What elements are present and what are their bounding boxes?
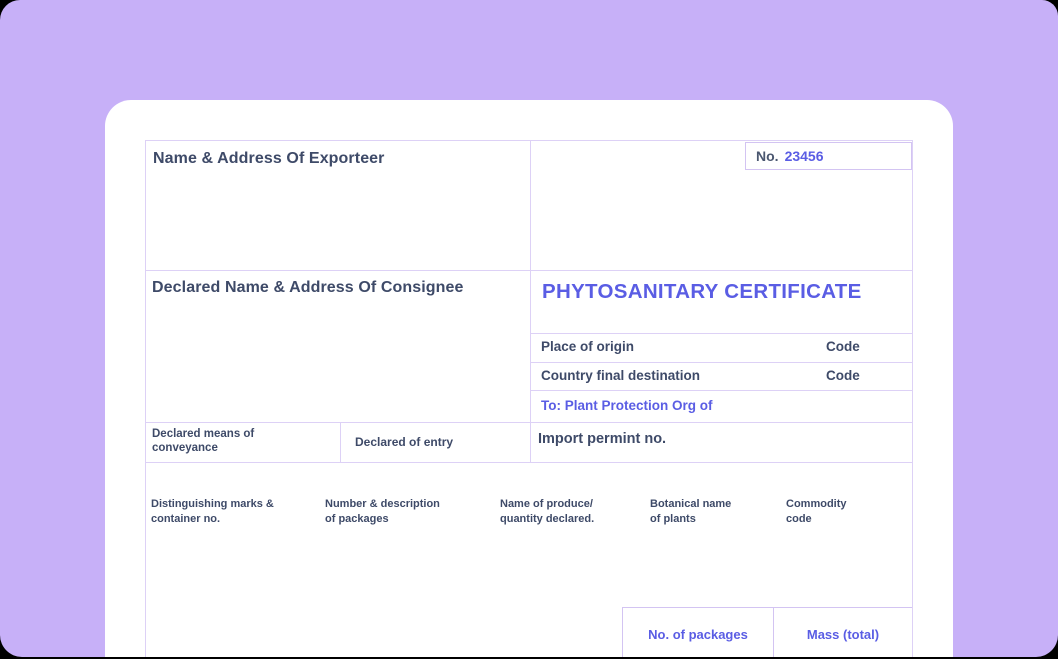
right-col-divider-1 <box>530 333 913 334</box>
plant-protection-org-line: To: Plant Protection Org of <box>541 398 713 413</box>
certificate-no-value: 23456 <box>784 148 824 164</box>
table-border-top <box>145 140 913 141</box>
packages-total-label: No. of packages <box>648 627 748 642</box>
place-of-origin-code-label: Code <box>826 339 860 354</box>
screen: Name & Address Of Exporteer No. 23456 De… <box>0 0 1058 659</box>
mass-total-label: Mass (total) <box>806 627 880 642</box>
exporter-address-field[interactable] <box>146 166 529 269</box>
certificate-title: PHYTOSANITARY CERTIFICATE <box>542 280 862 303</box>
column-header-packages: Number & description of packages <box>325 498 440 525</box>
certificate-no-field[interactable]: No. 23456 <box>745 142 912 170</box>
country-destination-code-label: Code <box>826 368 860 383</box>
row-divider-3 <box>145 462 913 463</box>
column-divider-main <box>530 140 531 462</box>
certificate-card: Name & Address Of Exporteer No. 23456 De… <box>105 100 953 657</box>
right-col-divider-3 <box>530 390 913 391</box>
row-divider-1 <box>145 270 913 271</box>
column-divider-conveyance <box>340 422 341 462</box>
consignee-address-field[interactable] <box>146 300 529 421</box>
consignee-label: Declared Name & Address Of Consignee <box>152 279 464 296</box>
packages-total-cell[interactable]: No. of packages <box>623 608 774 657</box>
mass-total-cell[interactable]: Mass (total) <box>774 608 912 657</box>
column-header-produce: Name of produce/ quantity declared. <box>500 498 595 525</box>
column-header-botanical: Botanical name of plants <box>650 498 732 525</box>
table-border-right <box>912 140 913 657</box>
goods-description-field[interactable] <box>146 530 616 657</box>
column-header-marks: Distinguishing marks & container no. <box>151 498 274 525</box>
certificate-no-label: No. <box>756 148 779 164</box>
column-header-commodity: Commodity code <box>786 498 847 525</box>
right-col-divider-2 <box>530 362 913 363</box>
certificate-form: Name & Address Of Exporteer No. 23456 De… <box>145 140 913 657</box>
purple-backdrop: Name & Address Of Exporteer No. 23456 De… <box>0 0 1058 657</box>
place-of-origin-label: Place of origin <box>541 339 635 354</box>
country-destination-label: Country final destination <box>541 368 701 383</box>
point-of-entry-label: Declared of entry <box>355 435 454 449</box>
import-permit-label: Import permint no. <box>538 431 667 447</box>
totals-table: No. of packages Mass (total) <box>622 607 912 657</box>
means-of-conveyance-label: Declared means of conveyance <box>152 428 255 454</box>
row-divider-2 <box>145 422 913 423</box>
